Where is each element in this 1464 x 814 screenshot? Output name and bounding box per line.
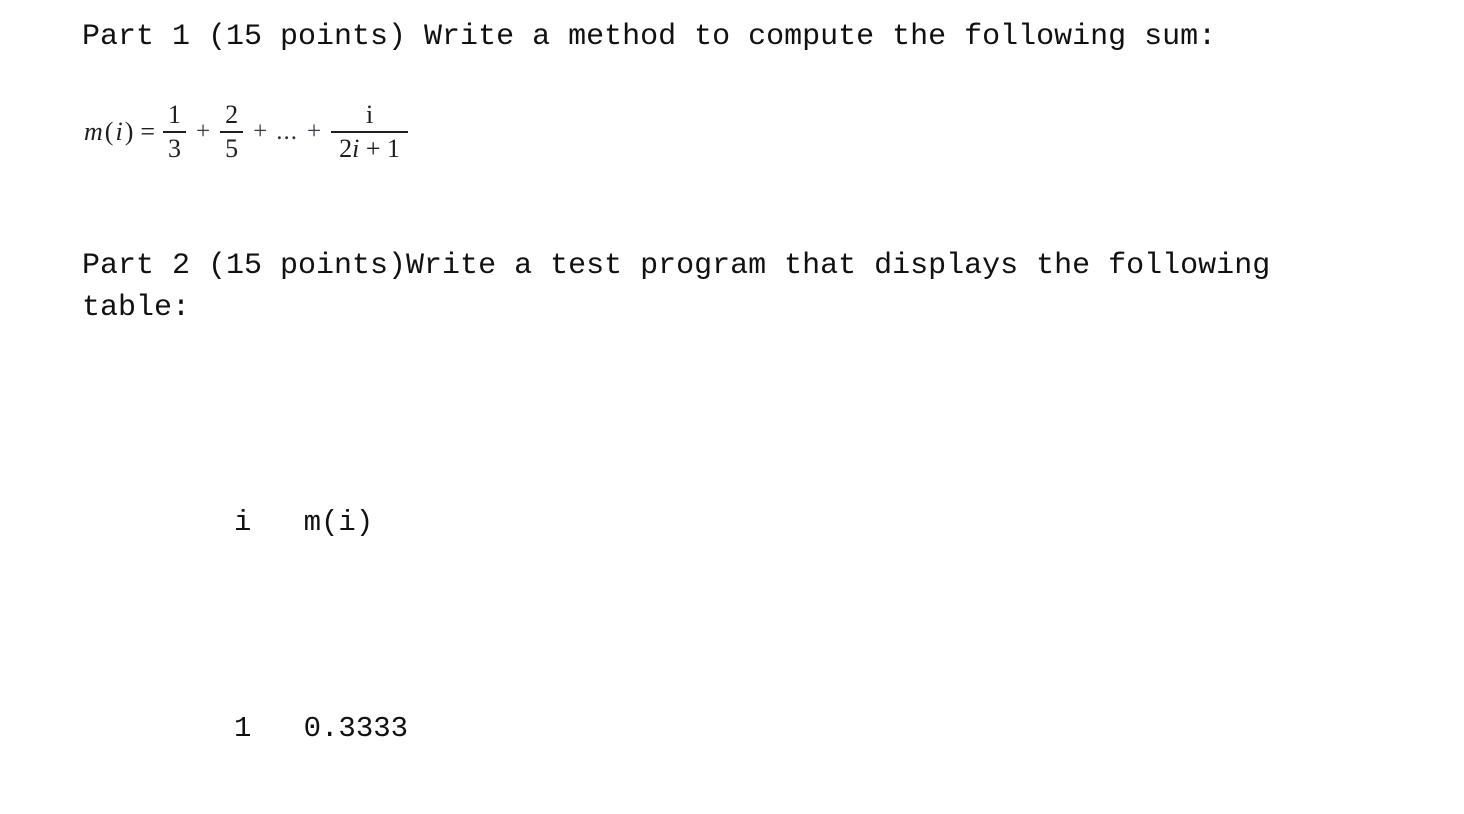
table-row-spacer (234, 608, 408, 644)
math-formula-m-of-i: m(i) = 1 3 + 2 5 + ... + i 2i + 1 (84, 100, 409, 164)
fraction-1-bar (163, 131, 187, 133)
fraction-2-denominator: 5 (225, 133, 239, 163)
formula-plus-3: + (307, 117, 322, 145)
formula-equals-sign: = (140, 116, 156, 146)
fraction-1-denominator: 3 (168, 133, 182, 163)
sample-output-table: i m(i) 1 0.3333 (234, 438, 408, 814)
document-page: Part 1 (15 points) Write a method to com… (0, 0, 1464, 745)
fraction-last-bar (331, 131, 409, 133)
formula-fraction-2: 2 5 (220, 100, 244, 164)
formula-ellipsis: ... (276, 117, 298, 145)
part1-instruction-text: Part 1 (15 points) Write a method to com… (82, 20, 1217, 54)
formula-plus-2: + (253, 117, 268, 145)
table-header-row: i m(i) (234, 506, 374, 539)
formula-plus-1: + (196, 117, 211, 145)
formula-function-name: m (84, 116, 103, 146)
fraction-2-bar (220, 131, 244, 133)
formula-close-paren: ) (124, 116, 134, 146)
denominator-operator: + (365, 133, 381, 163)
formula-variable-i: i (115, 116, 123, 146)
fraction-1-numerator: 1 (168, 100, 182, 129)
part2-instruction-text-line2: table: (82, 291, 191, 325)
table-row: 1 0.3333 (234, 712, 409, 745)
denominator-constant: 1 (387, 133, 401, 163)
formula-fraction-last: i 2i + 1 (331, 100, 409, 164)
fraction-2-numerator: 2 (225, 100, 239, 129)
formula-open-paren: ( (104, 116, 114, 146)
fraction-last-numerator: i (365, 100, 374, 129)
denominator-coefficient: 2 (339, 133, 353, 163)
denominator-variable: i (352, 133, 360, 163)
fraction-last-denominator: 2i + 1 (331, 134, 408, 164)
part2-instruction-text-line1: Part 2 (15 points)Write a test program t… (82, 249, 1271, 283)
formula-fraction-1: 1 3 (163, 100, 187, 164)
